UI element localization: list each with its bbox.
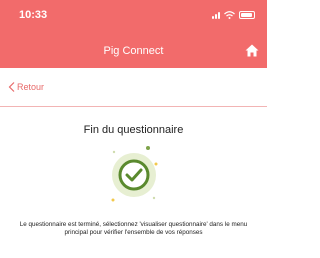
cellular-signal-icon <box>212 11 220 19</box>
back-button[interactable]: Retour <box>0 68 267 104</box>
status-bar: 10:33 <box>0 0 267 34</box>
divider <box>0 106 267 107</box>
chevron-left-icon <box>8 82 15 92</box>
battery-icon <box>239 11 255 19</box>
page-title: Fin du questionnaire <box>83 124 184 136</box>
status-time: 10:33 <box>19 9 48 21</box>
status-icons <box>212 11 255 19</box>
wifi-icon <box>224 11 235 19</box>
completion-message: Le questionnaire est terminé, sélectionn… <box>19 221 248 236</box>
home-icon[interactable] <box>245 44 259 57</box>
app-title: Pig Connect <box>103 45 164 57</box>
back-label: Retour <box>17 82 45 92</box>
check-circle-icon <box>111 146 158 202</box>
app-header: Pig Connect <box>0 34 267 68</box>
